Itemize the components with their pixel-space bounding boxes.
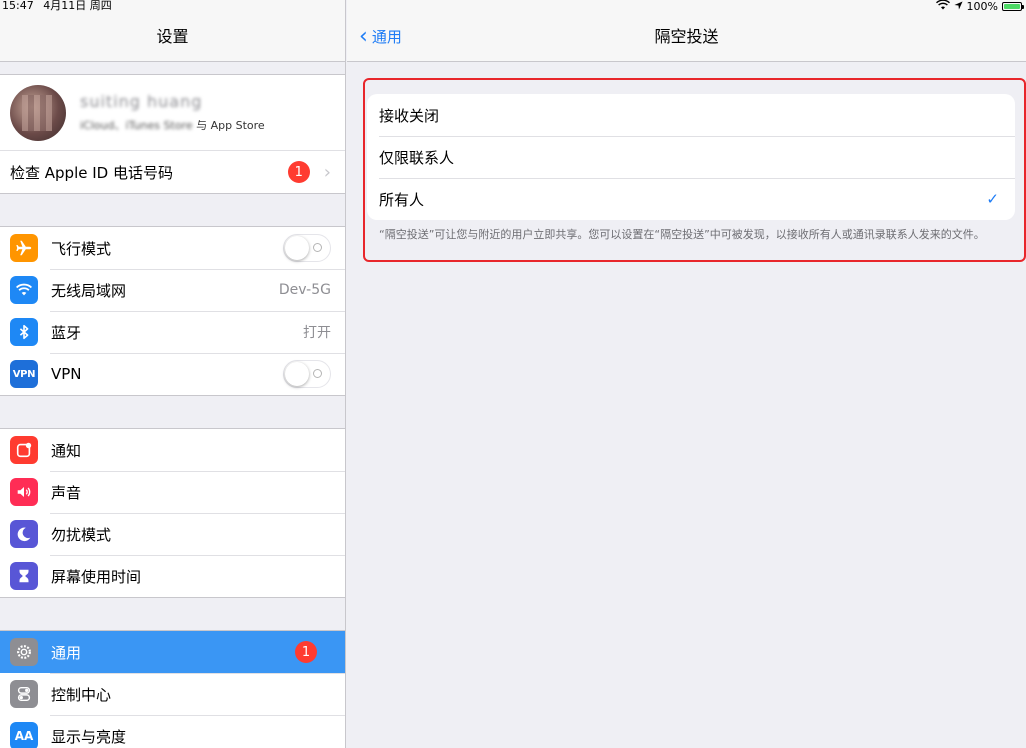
sidebar-item-display-brightness[interactable]: AA 显示与亮度: [0, 715, 345, 748]
status-right: 100%: [935, 0, 1024, 13]
toggle-knob: [285, 236, 309, 260]
status-time: 15:47: [2, 0, 34, 12]
profile-subtitle-blurred: iCloud、iTunes Store: [80, 119, 193, 132]
notifications-label: 通知: [51, 441, 82, 460]
screen-time-label: 屏幕使用时间: [51, 567, 142, 586]
sidebar-item-bluetooth[interactable]: 蓝牙 打开: [0, 311, 345, 353]
battery-percent: 100%: [966, 0, 998, 13]
option-everyone[interactable]: 所有人 ✓: [367, 178, 1015, 220]
sidebar-item-control-center[interactable]: 控制中心: [0, 673, 345, 715]
wifi-status-icon: [935, 0, 950, 13]
bluetooth-icon: [10, 318, 38, 346]
profile-subtitle: iCloud、iTunes Store 与 App Store: [80, 117, 265, 133]
option-label: 仅限联系人: [379, 148, 455, 167]
bluetooth-label: 蓝牙: [51, 323, 82, 342]
status-left: 15:47 4月11日 周四: [2, 0, 118, 12]
apple-id-badge: 1: [287, 161, 310, 183]
display-icon: AA: [10, 722, 38, 748]
hourglass-icon: [10, 562, 38, 590]
checkmark-icon: ✓: [986, 190, 999, 208]
sounds-label: 声音: [51, 483, 82, 502]
wifi-value: Dev-5G: [278, 282, 331, 298]
connectivity-group: 飞行模式 无线局域网 Dev-5G 蓝牙 打开 VPN VPN: [0, 226, 345, 396]
notifications-group: 通知 声音 勿扰模式 屏幕使用时间: [0, 428, 345, 598]
page-title: 隔空投送: [654, 27, 719, 46]
sidebar-item-sounds[interactable]: 声音: [0, 471, 345, 513]
location-icon: [953, 0, 963, 13]
airdrop-footnote: “隔空投送”可让您与附近的用户立即共享。您可以设置在“隔空投送”中可被发现，以接…: [379, 228, 985, 241]
sound-icon: [10, 478, 38, 506]
airplane-icon: [10, 234, 38, 262]
status-bar: 15:47 4月11日 周四 100%: [0, 0, 1026, 14]
airdrop-detail-panel: ‹ 通用 隔空投送 接收关闭 仅限联系人 所有人 ✓ “隔空投送”可让您与附近的…: [347, 0, 1026, 748]
apple-id-profile[interactable]: suiting huang iCloud、iTunes Store 与 App …: [0, 75, 345, 151]
account-group: suiting huang iCloud、iTunes Store 与 App …: [0, 74, 345, 194]
sidebar-title: 设置: [156, 27, 189, 46]
display-brightness-label: 显示与亮度: [51, 727, 127, 746]
bluetooth-value: 打开: [303, 325, 331, 341]
airplane-mode-label: 飞行模式: [51, 239, 112, 258]
sidebar-item-do-not-disturb[interactable]: 勿扰模式: [0, 513, 345, 555]
do-not-disturb-label: 勿扰模式: [51, 525, 112, 544]
battery-fill: [1004, 4, 1020, 9]
sidebar-item-screen-time[interactable]: 屏幕使用时间: [0, 555, 345, 597]
check-apple-id-label: 检查 Apple ID 电话号码: [10, 163, 173, 182]
vpn-icon: VPN: [10, 360, 38, 388]
airdrop-options-list: 接收关闭 仅限联系人 所有人 ✓: [367, 94, 1015, 220]
moon-icon: [10, 520, 38, 548]
toggle-off-indicator: [313, 369, 322, 378]
check-apple-id-phone-row[interactable]: 检查 Apple ID 电话号码 1 ›: [0, 151, 345, 193]
option-receiving-off[interactable]: 接收关闭: [367, 94, 1015, 136]
battery-icon: [1002, 2, 1024, 11]
sidebar-item-vpn[interactable]: VPN VPN: [0, 353, 345, 395]
airplane-mode-toggle[interactable]: [283, 234, 331, 262]
option-label: 接收关闭: [379, 106, 440, 125]
notifications-icon: [10, 436, 38, 464]
toggle-off-indicator: [313, 243, 322, 252]
sidebar-item-airplane-mode[interactable]: 飞行模式: [0, 227, 345, 269]
profile-subtitle-text: 与 App Store: [196, 119, 265, 132]
general-group: 通用 1 控制中心 AA 显示与亮度: [0, 630, 345, 748]
toggle-knob: [285, 362, 309, 386]
avatar: [10, 84, 66, 141]
profile-text: suiting huang iCloud、iTunes Store 与 App …: [80, 92, 265, 133]
profile-name: suiting huang: [80, 92, 203, 111]
general-label: 通用: [51, 643, 82, 662]
sidebar-item-notifications[interactable]: 通知: [0, 429, 345, 471]
vpn-toggle[interactable]: [283, 360, 331, 388]
option-contacts-only[interactable]: 仅限联系人: [367, 136, 1015, 178]
toggles-icon: [10, 680, 38, 708]
gear-icon: [10, 638, 38, 666]
control-center-label: 控制中心: [51, 685, 112, 704]
settings-sidebar: 设置 suiting huang iCloud、iTunes Store 与 A…: [0, 0, 346, 748]
chevron-right-icon: ›: [323, 161, 331, 183]
general-badge: 1: [295, 641, 317, 663]
vpn-label: VPN: [51, 365, 82, 383]
status-date: 4月11日 周四: [43, 0, 112, 12]
sidebar-item-wifi[interactable]: 无线局域网 Dev-5G: [0, 269, 345, 311]
option-label: 所有人: [379, 190, 425, 209]
wifi-label: 无线局域网: [51, 281, 127, 300]
wifi-icon: [10, 276, 38, 304]
sidebar-item-general[interactable]: 通用 1: [0, 631, 345, 673]
